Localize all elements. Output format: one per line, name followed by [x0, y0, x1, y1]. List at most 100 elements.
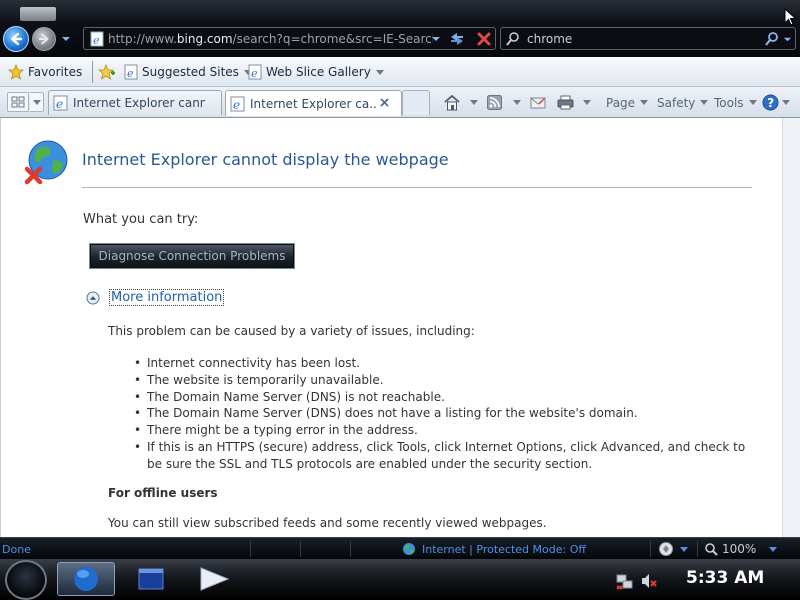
address-dropdown-icon[interactable] — [431, 34, 441, 44]
chevron-down-icon — [375, 69, 384, 75]
chevron-down-icon — [32, 99, 41, 105]
search-icon[interactable] — [764, 31, 780, 47]
taskbar-window[interactable] — [134, 562, 168, 596]
chevron-down-icon[interactable] — [680, 547, 688, 552]
back-button[interactable] — [3, 26, 29, 52]
web-slice-gallery-link[interactable]: e Web Slice Gallery — [248, 63, 384, 81]
stop-icon[interactable] — [475, 30, 493, 48]
svg-text:e: e — [233, 98, 240, 112]
chevron-down-icon[interactable] — [583, 100, 591, 105]
vertical-scrollbar[interactable] — [782, 118, 800, 537]
close-tab-icon[interactable] — [379, 97, 390, 108]
quick-tabs-button[interactable] — [7, 92, 29, 112]
tab-title: Internet Explorer ca... — [250, 96, 378, 111]
ie-page-icon: e — [230, 96, 245, 112]
suggested-sites-link[interactable]: e Suggested Sites — [124, 63, 252, 81]
network-icon[interactable] — [616, 572, 634, 590]
zoom-icon — [705, 543, 718, 556]
back-arrow-icon — [10, 32, 23, 46]
add-to-favorites-bar-button[interactable] — [98, 63, 120, 81]
window-title-icon — [20, 7, 56, 21]
status-separator — [350, 541, 351, 557]
print-button[interactable] — [557, 93, 591, 112]
favorites-button[interactable]: Favorites — [8, 63, 82, 81]
status-separator — [697, 541, 698, 557]
feeds-button[interactable] — [487, 93, 521, 112]
zoom-level-label: 100% — [722, 542, 757, 556]
suggested-sites-label: Suggested Sites — [142, 65, 239, 79]
more-information-link[interactable]: More information — [109, 289, 225, 306]
taskbar: 5:33 AM — [0, 559, 800, 600]
mouse-cursor-icon — [784, 8, 797, 26]
svg-text:e: e — [127, 67, 134, 80]
page-menu[interactable]: Page — [606, 93, 649, 112]
chevron-down-icon[interactable] — [513, 100, 521, 105]
read-mail-button[interactable] — [530, 93, 546, 112]
navigation-bar: e http://www.bing.com/search?q=chrome&sr… — [0, 0, 800, 57]
zoom-dropdown-icon[interactable] — [769, 547, 777, 552]
protected-mode-icon[interactable] — [658, 541, 674, 557]
favorites-separator — [92, 61, 93, 83]
add-favorite-star-icon — [98, 64, 115, 80]
cause-intro-text: This problem can be caused by a variety … — [108, 324, 475, 338]
page-content: Internet Explorer cannot display the web… — [0, 118, 800, 537]
diagnose-connection-problems-button[interactable]: Diagnose Connection Problems — [89, 243, 295, 269]
search-input[interactable]: chrome — [527, 32, 572, 46]
svg-text:e: e — [93, 34, 100, 47]
chevron-down-icon — [640, 100, 649, 105]
ie-page-icon: e — [53, 95, 68, 111]
tab-list-button[interactable] — [30, 92, 44, 112]
chevron-down-icon — [748, 100, 757, 105]
collapse-icon[interactable] — [86, 291, 100, 305]
taskbar-media-player[interactable] — [196, 562, 232, 596]
home-button[interactable] — [443, 93, 478, 112]
offline-users-heading: For offline users — [108, 486, 218, 500]
what-you-can-try-label: What you can try: — [83, 212, 199, 227]
chevron-down-icon — [700, 100, 709, 105]
home-icon — [444, 94, 460, 111]
safety-menu-label: Safety — [657, 95, 696, 110]
page-menu-label: Page — [606, 95, 636, 110]
play-icon — [200, 567, 230, 591]
favorites-bar: Favorites e Suggested Sites e Web Slice … — [0, 57, 800, 87]
chevron-down-icon[interactable] — [470, 100, 478, 105]
tab-1[interactable]: e Internet Explorer canno... — [48, 90, 222, 115]
forward-button[interactable] — [32, 27, 56, 51]
window-icon — [138, 568, 164, 590]
address-bar[interactable]: e http://www.bing.com/search?q=chrome&sr… — [83, 27, 496, 50]
volume-muted-icon[interactable] — [640, 572, 658, 590]
recent-pages-dropdown-icon[interactable] — [61, 34, 71, 44]
ie-globe-icon — [74, 567, 98, 591]
status-text: Done — [2, 543, 31, 556]
tab-2-active[interactable]: e Internet Explorer ca... — [225, 90, 402, 116]
tab-title: Internet Explorer canno... — [73, 96, 205, 110]
status-bar: Done Internet | Protected Mode: Off 100% — [0, 537, 800, 559]
favorites-label: Favorites — [28, 65, 83, 79]
security-zone[interactable]: Internet | Protected Mode: Off — [402, 542, 586, 556]
taskbar-internet-explorer[interactable] — [57, 562, 115, 596]
web-slice-gallery-label: Web Slice Gallery — [266, 65, 371, 79]
start-button[interactable] — [5, 560, 47, 600]
list-item: The Domain Name Server (DNS) does not ha… — [134, 405, 749, 422]
tools-menu-label: Tools — [714, 95, 744, 110]
page-icon: e — [90, 31, 104, 47]
safety-menu[interactable]: Safety — [657, 93, 709, 112]
refresh-icon[interactable] — [448, 30, 466, 48]
search-options-dropdown-icon[interactable] — [783, 35, 792, 44]
tools-menu[interactable]: Tools — [714, 93, 757, 112]
svg-text:e: e — [56, 97, 63, 111]
chevron-down-icon — [782, 100, 790, 105]
search-box[interactable]: chrome — [500, 27, 796, 50]
address-url[interactable]: http://www.bing.com/search?q=chrome&src=… — [108, 32, 433, 47]
clock[interactable]: 5:33 AM — [686, 568, 764, 588]
rss-feed-icon — [487, 95, 502, 110]
svg-text:e: e — [251, 67, 258, 80]
title-divider — [82, 187, 752, 188]
list-item: There might be a typing error in the add… — [134, 422, 749, 439]
help-menu[interactable]: ? — [762, 93, 790, 112]
status-separator — [300, 541, 301, 557]
security-zone-label: Internet | Protected Mode: Off — [422, 542, 586, 556]
zoom-level[interactable]: 100% — [704, 542, 756, 556]
help-icon: ? — [762, 94, 779, 111]
new-tab-button[interactable] — [402, 90, 430, 115]
